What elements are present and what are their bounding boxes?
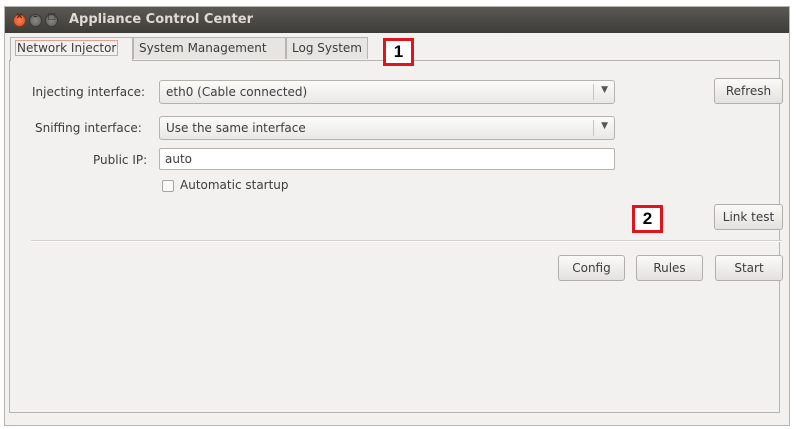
title-bar[interactable]: ✕ – □ Appliance Control Center [5,7,789,33]
public-ip-input[interactable] [160,149,614,169]
maximize-icon: □ [47,12,56,22]
tab-network-injector[interactable]: Network Injector [10,37,133,61]
maximize-window-button[interactable]: □ [45,12,58,27]
combo-separator [593,120,594,136]
refresh-button[interactable]: Refresh [714,78,783,104]
injecting-interface-label: Injecting interface: [32,85,146,99]
sniffing-interface-label: Sniffing interface: [35,121,142,135]
combo-separator [593,84,594,100]
injecting-interface-value: eth0 (Cable connected) [166,85,308,99]
link-test-button[interactable]: Link test [714,204,783,230]
window-title: Appliance Control Center [69,12,253,27]
separator [31,240,782,242]
automatic-startup-label: Automatic startup [180,178,289,192]
tab-log-system[interactable]: Log System [286,37,368,59]
config-button[interactable]: Config [558,255,625,281]
injecting-interface-select[interactable]: eth0 (Cable connected) ▼ [159,80,615,104]
tab-label: System Management [139,41,267,55]
minimize-icon: – [33,12,38,22]
chevron-down-icon: ▼ [601,85,608,95]
rules-button[interactable]: Rules [636,255,703,281]
tab-label: Log System [292,41,362,55]
public-ip-field[interactable] [159,148,615,170]
automatic-startup-checkbox[interactable] [162,180,174,192]
close-window-button[interactable]: ✕ [13,12,26,27]
annotation-marker-1: 1 [383,38,414,66]
minimize-window-button[interactable]: – [29,12,42,27]
public-ip-label: Public IP: [93,153,148,167]
start-button[interactable]: Start [715,255,783,281]
sniffing-interface-select[interactable]: Use the same interface ▼ [159,116,615,140]
chevron-down-icon: ▼ [601,121,608,131]
tab-content-panel [9,60,780,413]
annotation-marker-2: 2 [632,205,663,233]
tab-label: Network Injector [14,40,119,56]
close-icon: ✕ [15,12,24,22]
tab-system-management[interactable]: System Management [133,37,286,59]
sniffing-interface-value: Use the same interface [166,121,306,135]
